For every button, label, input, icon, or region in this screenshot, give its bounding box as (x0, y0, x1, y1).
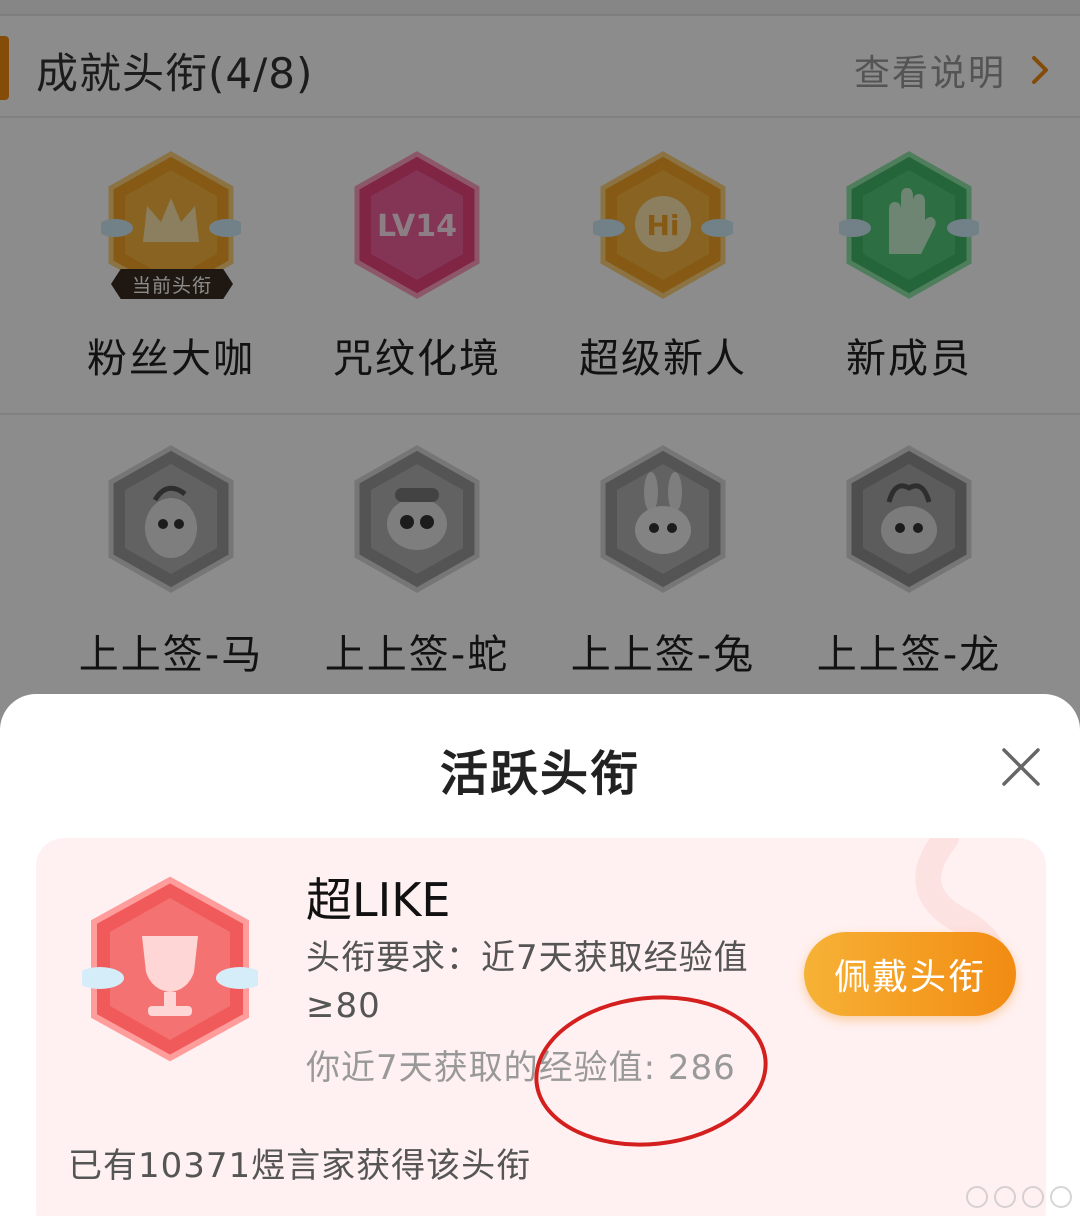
title-card: 超LIKE 头衔要求：近7天获取经验值≥80 你近7天获取的经验值: 286 佩… (36, 838, 1046, 1216)
title-detail-sheet: 活跃头衔 超LIKE 头衔要求：近7天获取经验值≥80 你近7天获取的经验值: … (0, 694, 1080, 1216)
sheet-title: 活跃头衔 (439, 746, 640, 802)
title-name: 超LIKE (306, 873, 451, 927)
trophy-icon (82, 876, 258, 1062)
watermark (966, 1186, 1072, 1208)
close-icon[interactable] (998, 744, 1044, 790)
owners-count: 已有10371煜言家获得该头衔 (68, 1146, 532, 1186)
wear-title-button[interactable]: 佩戴头衔 (804, 932, 1016, 1016)
